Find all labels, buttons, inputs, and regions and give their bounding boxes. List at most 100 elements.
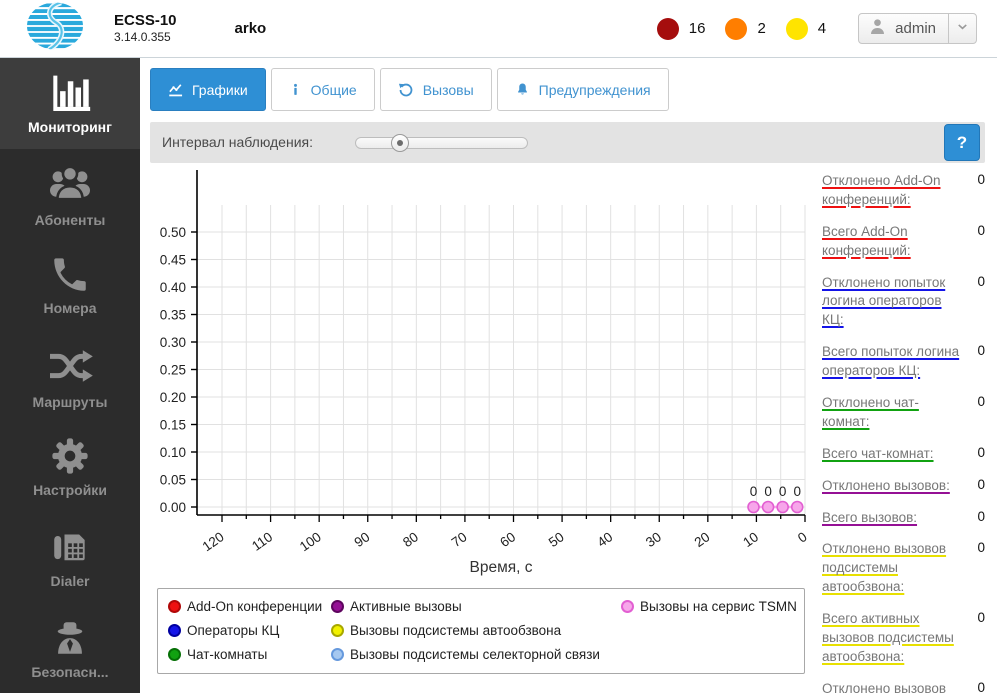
alert-critical-count: 16 <box>688 20 706 37</box>
counter-link[interactable]: Всего чат-комнат: <box>822 446 934 461</box>
x-tick-label: 100 <box>297 529 324 554</box>
tab-3[interactable]: Предупреждения <box>496 68 669 111</box>
user-menu-main[interactable]: admin <box>859 16 948 42</box>
y-tick-label: 0.35 <box>160 308 186 323</box>
data-point-label: 0 <box>764 484 772 499</box>
info-icon <box>289 83 302 96</box>
legend-label: Чат-комнаты <box>187 647 268 662</box>
counter-link[interactable]: Всего вызовов: <box>822 510 917 525</box>
subscribers-icon <box>46 160 94 208</box>
data-point-label: 0 <box>779 484 787 499</box>
legend-marker-icon <box>331 600 344 613</box>
x-tick-label: 70 <box>449 529 470 550</box>
x-tick-label: 50 <box>546 529 567 550</box>
sidebar-item-label: Настройки <box>33 482 107 499</box>
data-point-label: 0 <box>750 484 758 499</box>
counter-link[interactable]: Всего активных вызовов подсистемы автооб… <box>822 611 954 664</box>
help-button[interactable]: ? <box>944 124 980 161</box>
sidebar-item-6[interactable]: Безопасн... <box>0 602 140 693</box>
x-tick-label: 110 <box>249 529 275 554</box>
y-tick-label: 0.40 <box>160 280 186 295</box>
interval-slider-handle[interactable] <box>391 134 410 152</box>
system-name: arko <box>234 20 267 37</box>
legend-item-1: Операторы КЦ <box>168 623 331 638</box>
counter-value: 0 <box>977 343 985 359</box>
data-point-6[interactable] <box>776 500 789 514</box>
sidebar-item-5[interactable]: Dialer <box>0 512 140 603</box>
x-tick-label: 60 <box>497 529 518 550</box>
counter-value: 0 <box>977 394 985 410</box>
sidebar-item-4[interactable]: Настройки <box>0 421 140 512</box>
tab-1[interactable]: Общие <box>270 68 375 111</box>
sidebar-item-2[interactable]: Номера <box>0 239 140 330</box>
counter-link[interactable]: Всего попыток логина операторов КЦ: <box>822 344 959 378</box>
top-bar: ECSS-10 3.14.0.355 arko 16 2 4 admin <box>0 0 997 58</box>
counter-value: 0 <box>977 444 985 460</box>
legend-marker-icon <box>168 624 181 637</box>
brand-block: ECSS-10 3.14.0.355 <box>114 12 177 46</box>
counter-item-9: Всего активных вызовов подсистемы автооб… <box>822 610 985 667</box>
counter-item-8: Отклонено вызовов подсистемы автообзвона… <box>822 540 985 597</box>
sidebar-item-1[interactable]: Абоненты <box>0 149 140 240</box>
legend-marker-icon <box>168 648 181 661</box>
product-title: ECSS-10 <box>114 11 177 29</box>
legend-label: Активные вызовы <box>350 599 462 614</box>
y-tick-label: 0.45 <box>160 253 186 268</box>
dialer-icon <box>48 525 92 569</box>
product-version: 3.14.0.355 <box>114 30 171 45</box>
y-tick-label: 0.20 <box>160 390 186 405</box>
counter-link[interactable]: Отклонено чат-комнат: <box>822 395 919 429</box>
sidebar-item-label: Номера <box>43 299 97 316</box>
x-tick-label: 20 <box>692 529 713 550</box>
interval-slider[interactable] <box>355 134 528 152</box>
counter-link[interactable]: Отклонено вызовов: <box>822 478 950 493</box>
legend-item-0: Add-On конференции <box>168 599 331 614</box>
counter-value: 0 <box>977 508 985 524</box>
alert-minor-icon[interactable] <box>785 17 808 40</box>
counter-item-6: Отклонено вызовов: 0 <box>822 477 985 496</box>
counter-item-0: Отклонено Add-On конференций: 0 <box>822 172 985 210</box>
y-tick-label: 0.10 <box>160 445 186 460</box>
top-right-group: 16 2 4 admin <box>656 13 977 44</box>
counter-link[interactable]: Всего Add-On конференций: <box>822 224 911 258</box>
counter-value: 0 <box>977 476 985 492</box>
gear-icon <box>48 434 92 478</box>
bar-chart-icon <box>48 71 92 115</box>
user-menu-button[interactable]: admin <box>858 13 977 44</box>
person-icon <box>867 16 888 42</box>
legend-item-3: Активные вызовы <box>331 599 621 614</box>
sidebar-item-0[interactable]: Мониторинг <box>0 58 140 149</box>
legend-label: Вызовы на сервис TSMN <box>640 599 797 614</box>
alert-indicators: 16 2 4 <box>656 17 836 40</box>
user-menu-caret[interactable] <box>948 14 976 43</box>
alert-major-icon[interactable] <box>725 17 748 40</box>
x-tick-label: 90 <box>352 529 373 550</box>
counter-link[interactable]: Отклонено Add-On конференций: <box>822 173 940 207</box>
data-point-6[interactable] <box>761 500 775 514</box>
data-point-6[interactable] <box>790 500 804 514</box>
legend-item-4: Вызовы подсистемы автообзвона <box>331 623 621 638</box>
ecss-monitoring-page: ECSS-10 3.14.0.355 arko 16 2 4 admin Мон… <box>0 0 997 693</box>
alert-major-count: 2 <box>757 20 766 37</box>
legend-marker-icon <box>621 600 634 613</box>
counter-item-3: Всего попыток логина операторов КЦ: 0 <box>822 343 985 381</box>
sidebar-item-label: Безопасн... <box>31 663 109 680</box>
tab-0[interactable]: Графики <box>150 68 266 111</box>
counters-panel: Отклонено Add-On конференций: 0 Всего Add-… <box>820 166 997 693</box>
legend-item-2: Чат-комнаты <box>168 647 331 662</box>
tab-bar: Графики Общие Вызовы Предупреждения <box>150 68 669 111</box>
x-tick-label: 80 <box>400 529 421 550</box>
routes-icon <box>46 342 94 390</box>
interval-toolbar: Интервал наблюдения: ? <box>150 122 985 163</box>
legend-column: Активные вызовы Вызовы подсистемы автообз… <box>331 599 621 673</box>
x-tick-label: 120 <box>200 529 227 554</box>
counter-link[interactable]: Отклонено попыток логина операторов КЦ: <box>822 275 945 328</box>
counter-link[interactable]: Отклонено вызовов подсистемы селекторной… <box>822 681 946 693</box>
x-tick-label: 10 <box>740 529 761 550</box>
counter-link[interactable]: Отклонено вызовов подсистемы автообзвона… <box>822 541 946 594</box>
data-point-6[interactable] <box>747 500 760 514</box>
sidebar-item-3[interactable]: Маршруты <box>0 330 140 421</box>
tab-2[interactable]: Вызовы <box>379 68 492 111</box>
alert-critical-icon[interactable] <box>656 17 679 40</box>
y-tick-label: 0.30 <box>160 335 186 350</box>
